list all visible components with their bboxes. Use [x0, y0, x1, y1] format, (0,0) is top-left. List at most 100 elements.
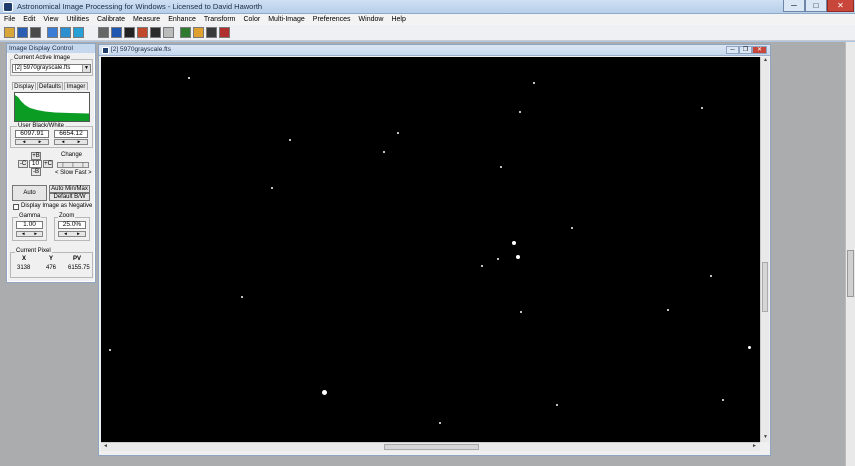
c-minus-button[interactable]: -C — [18, 160, 28, 168]
app-title-bar: Astronomical Image Processing for Window… — [0, 0, 855, 14]
white-value-field[interactable]: 6654.12 — [54, 130, 88, 138]
menu-view[interactable]: View — [39, 14, 62, 25]
menu-measure[interactable]: Measure — [129, 14, 164, 25]
gamma-spinner[interactable]: ◄ ► — [16, 231, 43, 237]
star — [512, 241, 516, 245]
image-window-icon — [102, 47, 109, 54]
speed-label: < Slow Fast > — [55, 170, 92, 176]
scroll-down-icon[interactable]: ▼ — [762, 434, 769, 441]
c-plus-button[interactable]: +C — [43, 160, 53, 168]
menu-transform[interactable]: Transform — [200, 14, 240, 25]
histogram-icon-3[interactable] — [73, 27, 84, 38]
copy-icon[interactable] — [98, 27, 109, 38]
current-pixel-label: Current Pixel — [15, 248, 52, 255]
print-icon[interactable] — [30, 27, 41, 38]
scroll-left-icon[interactable]: ◄ — [102, 443, 109, 450]
horizontal-scroll-thumb[interactable] — [384, 444, 479, 450]
tab-display[interactable]: Display — [12, 82, 36, 90]
book-icon[interactable] — [219, 27, 230, 38]
tab-defaults[interactable]: Defaults — [37, 82, 63, 90]
menu-window[interactable]: Window — [355, 14, 388, 25]
star — [533, 82, 535, 84]
zoom-field[interactable]: 25.0% — [58, 221, 86, 229]
star — [497, 258, 499, 260]
menu-bar: File Edit View Utilities Calibrate Measu… — [0, 14, 855, 25]
menu-edit[interactable]: Edit — [19, 14, 39, 25]
x-label: X — [22, 256, 27, 262]
menu-help[interactable]: Help — [387, 14, 409, 25]
menu-utilities[interactable]: Utilities — [62, 14, 93, 25]
scroll-up-icon[interactable]: ▲ — [762, 57, 769, 64]
star — [516, 255, 520, 259]
b-plus-button[interactable]: +B — [31, 152, 41, 160]
open-icon[interactable] — [4, 27, 15, 38]
info-icon[interactable] — [111, 27, 122, 38]
image-canvas[interactable] — [101, 57, 760, 442]
current-image-select[interactable]: [2] 5970grayscale.fts ▼ — [12, 64, 91, 73]
color-icon[interactable] — [180, 27, 191, 38]
histogram-curve — [15, 93, 89, 121]
image-close-button[interactable]: ✕ — [752, 46, 767, 54]
default-bw-button[interactable]: Default B/W — [49, 193, 90, 201]
histogram-icon-2[interactable] — [60, 27, 71, 38]
menu-color[interactable]: Color — [239, 14, 264, 25]
negative-label: Display Image as Negative — [21, 203, 93, 209]
vertical-scroll-thumb[interactable] — [762, 262, 768, 312]
scroll-right-icon[interactable]: ► — [751, 443, 758, 450]
star — [710, 275, 712, 277]
image-window: [2] 5970grayscale.fts ─ ❐ ✕ ▲ ▼ ◄ ► — [98, 44, 771, 456]
image-minimize-button[interactable]: ─ — [726, 46, 739, 54]
image-display-control-panel: Image Display Control Current Active Ima… — [6, 43, 96, 283]
menu-multi-image[interactable]: Multi-Image — [264, 14, 309, 25]
negative-checkbox[interactable] — [13, 204, 19, 210]
workspace-scroll-thumb[interactable] — [847, 250, 854, 297]
panel-title: Image Display Control — [7, 44, 95, 53]
black-spinner[interactable]: ◄ ► — [15, 139, 49, 145]
histogram-display — [14, 92, 90, 122]
speed-slider[interactable]: | | | — [57, 162, 89, 168]
app-icon — [3, 2, 13, 12]
star — [701, 107, 703, 109]
fits-icon[interactable] — [150, 27, 161, 38]
star — [241, 296, 243, 298]
star — [397, 132, 399, 134]
maximize-button[interactable]: □ — [805, 0, 827, 12]
y-label: Y — [49, 256, 54, 262]
star — [439, 422, 441, 424]
grid-icon[interactable] — [163, 27, 174, 38]
b-minus-button[interactable]: -B — [31, 168, 41, 176]
menu-preferences[interactable]: Preferences — [309, 14, 355, 25]
star — [322, 390, 327, 395]
vertical-scrollbar[interactable]: ▲ ▼ — [760, 57, 769, 442]
contrast-icon[interactable] — [137, 27, 148, 38]
auto-button[interactable]: Auto — [12, 185, 47, 201]
palette-icon[interactable] — [193, 27, 204, 38]
star — [519, 111, 521, 113]
close-button[interactable]: ✕ — [827, 0, 854, 12]
zoom-spinner[interactable]: ◄ ► — [58, 231, 86, 237]
gamma-field[interactable]: 1.00 — [16, 221, 43, 229]
histogram-icon[interactable] — [47, 27, 58, 38]
menu-enhance[interactable]: Enhance — [164, 14, 200, 25]
white-spinner[interactable]: ◄ ► — [54, 139, 88, 145]
star — [289, 139, 291, 141]
tab-imager[interactable]: Imager — [64, 82, 88, 90]
star — [667, 309, 669, 311]
stretch-icon[interactable] — [124, 27, 135, 38]
step-field[interactable]: 10 — [29, 160, 42, 168]
workspace-scrollbar[interactable] — [845, 42, 855, 466]
image-restore-button[interactable]: ❐ — [739, 46, 752, 54]
chevron-down-icon[interactable]: ▼ — [82, 65, 90, 72]
menu-file[interactable]: File — [0, 14, 19, 25]
horizontal-scrollbar[interactable]: ◄ ► — [101, 442, 760, 451]
black-value-field[interactable]: 6097.91 — [15, 130, 49, 138]
minimize-button[interactable]: ─ — [783, 0, 805, 12]
star — [383, 151, 385, 153]
current-image-label: Current Active Image — [13, 55, 72, 62]
save-icon[interactable] — [17, 27, 28, 38]
star — [188, 77, 190, 79]
settings-icon[interactable] — [206, 27, 217, 38]
star — [556, 404, 558, 406]
auto-minmax-button[interactable]: Auto Min/Max — [49, 185, 90, 193]
menu-calibrate[interactable]: Calibrate — [93, 14, 129, 25]
